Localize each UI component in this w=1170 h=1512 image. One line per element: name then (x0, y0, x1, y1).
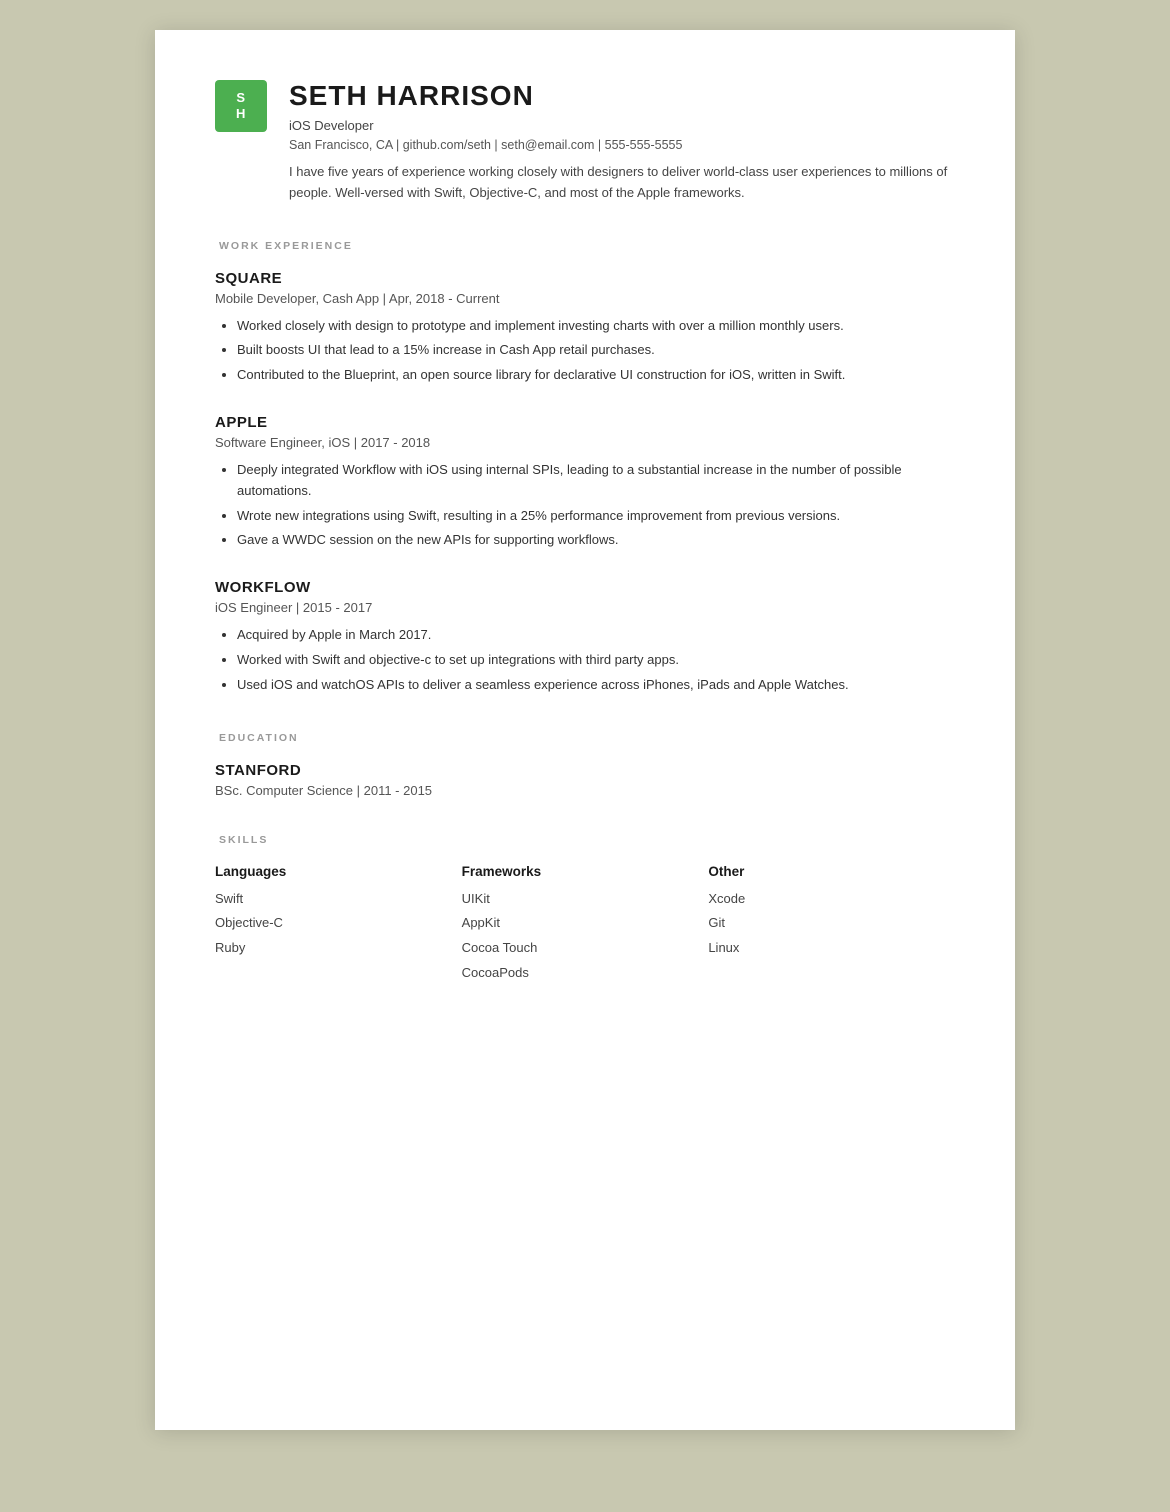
list-item: Worked closely with design to prototype … (237, 316, 955, 337)
list-item: Wrote new integrations using Swift, resu… (237, 506, 955, 527)
skills-column-frameworks: Frameworks UIKitAppKitCocoa TouchCocoaPo… (462, 864, 709, 986)
header-section: S H SETH HARRISON iOS Developer San Fran… (215, 80, 955, 204)
company-block-workflow: WORKFLOW iOS Engineer | 2015 - 2017 Acqu… (215, 579, 955, 695)
list-item: Gave a WWDC session on the new APIs for … (237, 530, 955, 551)
candidate-title: iOS Developer (289, 118, 955, 133)
education-block-stanford: STANFORD BSc. Computer Science | 2011 - … (215, 762, 955, 798)
list-item: Contributed to the Blueprint, an open so… (237, 365, 955, 386)
list-item: Acquired by Apple in March 2017. (237, 625, 955, 646)
list-item: Deeply integrated Workflow with iOS usin… (237, 460, 955, 502)
list-item: Worked with Swift and objective-c to set… (237, 650, 955, 671)
candidate-contact: San Francisco, CA | github.com/seth | se… (289, 138, 955, 152)
skills-items-languages: SwiftObjective-CRuby (215, 887, 462, 961)
avatar: S H (215, 80, 267, 132)
company-block-square: SQUARE Mobile Developer, Cash App | Apr,… (215, 270, 955, 386)
avatar-line2: H (236, 106, 246, 122)
education-label: EDUCATION (215, 732, 955, 744)
work-experience-label: WORK EXPERIENCE (215, 240, 955, 252)
bullet-list-square: Worked closely with design to prototype … (215, 316, 955, 386)
company-role-square: Mobile Developer, Cash App | Apr, 2018 -… (215, 291, 955, 306)
skills-grid: Languages SwiftObjective-CRuby Framework… (215, 864, 955, 986)
skills-heading-languages: Languages (215, 864, 462, 879)
header-text: SETH HARRISON iOS Developer San Francisc… (289, 80, 955, 204)
resume-page: S H SETH HARRISON iOS Developer San Fran… (155, 30, 1015, 1430)
company-name-apple: APPLE (215, 414, 955, 431)
school-degree-stanford: BSc. Computer Science | 2011 - 2015 (215, 783, 955, 798)
list-item: Built boosts UI that lead to a 15% incre… (237, 340, 955, 361)
bullet-list-workflow: Acquired by Apple in March 2017. Worked … (215, 625, 955, 695)
bullet-list-apple: Deeply integrated Workflow with iOS usin… (215, 460, 955, 551)
skills-items-frameworks: UIKitAppKitCocoa TouchCocoaPods (462, 887, 709, 986)
company-role-apple: Software Engineer, iOS | 2017 - 2018 (215, 435, 955, 450)
list-item: Used iOS and watchOS APIs to deliver a s… (237, 675, 955, 696)
school-name-stanford: STANFORD (215, 762, 955, 779)
avatar-line1: S (236, 90, 245, 106)
candidate-bio: I have five years of experience working … (289, 162, 955, 204)
company-block-apple: APPLE Software Engineer, iOS | 2017 - 20… (215, 414, 955, 551)
skills-heading-frameworks: Frameworks (462, 864, 709, 879)
skills-column-other: Other XcodeGitLinux (708, 864, 955, 986)
company-name-square: SQUARE (215, 270, 955, 287)
skills-column-languages: Languages SwiftObjective-CRuby (215, 864, 462, 986)
company-role-workflow: iOS Engineer | 2015 - 2017 (215, 600, 955, 615)
candidate-name: SETH HARRISON (289, 80, 955, 112)
skills-label: SKILLS (215, 834, 955, 846)
skills-items-other: XcodeGitLinux (708, 887, 955, 961)
company-name-workflow: WORKFLOW (215, 579, 955, 596)
skills-heading-other: Other (708, 864, 955, 879)
